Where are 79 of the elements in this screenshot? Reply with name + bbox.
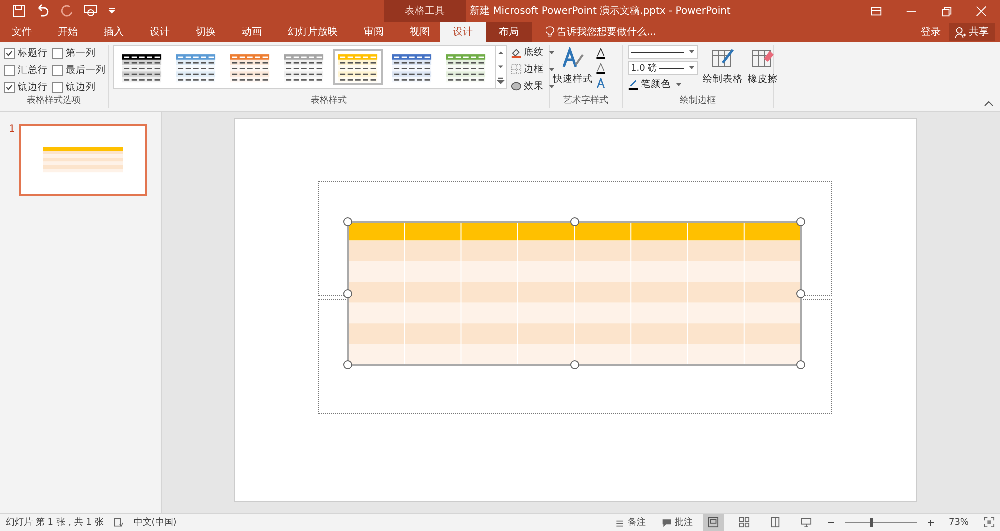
option-checkbox[interactable]: 镶边行 xyxy=(4,80,52,94)
window-title: 新建 Microsoft PowerPoint 演示文稿.pptx - PowerPoint xyxy=(470,4,732,18)
slide-info: 幻灯片 第 1 张，共 1 张 xyxy=(6,516,104,529)
ribbon-tab[interactable]: 布局 xyxy=(486,22,532,42)
text-fill-icon[interactable] xyxy=(595,48,607,60)
ribbon-tab[interactable]: 设计 xyxy=(440,22,486,42)
pen-style-dropdown[interactable] xyxy=(628,45,698,59)
contextual-tab-group: 表格工具 xyxy=(384,0,466,22)
language-indicator[interactable]: 中文(中国) xyxy=(134,516,177,529)
ribbon-tab[interactable]: 开始 xyxy=(48,22,88,42)
ribbon-command[interactable]: 底纹 xyxy=(511,45,555,60)
ribbon-tab[interactable]: 插入 xyxy=(94,22,134,42)
restore-icon[interactable] xyxy=(940,4,953,18)
ribbon-tab[interactable]: 动画 xyxy=(232,22,272,42)
eraser-button[interactable]: 橡皮擦 xyxy=(748,45,778,94)
caret-icon xyxy=(549,68,555,72)
presentation-icon[interactable] xyxy=(84,4,98,18)
collapse-ribbon-icon[interactable] xyxy=(984,101,994,107)
text-effects-icon[interactable] xyxy=(595,78,607,90)
text-outline-icon[interactable] xyxy=(595,63,607,75)
save-icon[interactable] xyxy=(12,4,26,18)
draw-table-button[interactable]: 绘制表格 xyxy=(703,45,743,94)
person-icon xyxy=(955,26,966,38)
notes-button[interactable]: 备注 xyxy=(614,516,646,529)
pen-weight-dropdown[interactable]: 1.0 磅 xyxy=(628,61,698,75)
caret-icon xyxy=(676,82,682,86)
resize-handle[interactable] xyxy=(344,360,352,370)
caret-icon xyxy=(689,66,695,70)
comments-button[interactable]: 批注 xyxy=(662,516,693,529)
pen-color-button[interactable]: 笔颜色 xyxy=(628,77,698,92)
zoom-level[interactable]: 73% xyxy=(948,518,969,528)
share-button[interactable]: 共享 xyxy=(949,23,995,41)
comment-icon xyxy=(662,518,672,528)
group-label: 绘制边框 xyxy=(679,94,717,108)
customize-icon[interactable] xyxy=(108,7,116,15)
table-style-option[interactable] xyxy=(333,49,383,85)
quick-styles-button[interactable]: 快速样式 xyxy=(553,45,593,94)
ribbon-tab[interactable]: 文件 xyxy=(2,22,42,42)
pen-icon xyxy=(628,79,639,90)
resize-handle[interactable] xyxy=(344,289,352,298)
group-label: 表格样式选项 xyxy=(26,94,82,108)
redo-icon[interactable] xyxy=(60,4,74,18)
ribbon-command[interactable]: 边框 xyxy=(511,62,555,77)
option-checkbox[interactable]: 最后一列 xyxy=(52,64,108,78)
option-checkbox[interactable]: 汇总行 xyxy=(4,64,52,78)
ribbon-command[interactable]: 效果 xyxy=(511,79,555,94)
sign-in-link[interactable]: 登录 xyxy=(921,22,941,42)
caret-icon xyxy=(549,84,555,88)
option-checkbox[interactable]: 标题行 xyxy=(4,47,52,61)
group-label: 表格样式 xyxy=(310,94,348,108)
option-checkbox[interactable]: 第一列 xyxy=(52,47,108,61)
lightbulb-icon xyxy=(546,26,554,38)
slide-number: 1 xyxy=(9,124,16,137)
resize-handle[interactable] xyxy=(344,218,352,226)
slide-thumbnail[interactable] xyxy=(19,124,148,196)
zoom-in-icon[interactable] xyxy=(926,518,935,526)
undo-icon[interactable] xyxy=(36,4,50,18)
ribbon-tab[interactable]: 审阅 xyxy=(354,22,394,42)
ribbon-tab[interactable]: 视图 xyxy=(400,22,440,42)
tell-me-field[interactable]: 告诉我您想要做什么... xyxy=(557,26,667,38)
caret-icon xyxy=(549,50,555,54)
paint-bucket-icon xyxy=(511,47,522,58)
close-icon[interactable] xyxy=(975,4,988,18)
normal-view-icon[interactable] xyxy=(702,514,724,531)
border-icon xyxy=(511,64,522,75)
effects-icon xyxy=(511,81,522,92)
group-label: 艺术字样式 xyxy=(562,94,610,108)
ribbon-display-icon[interactable] xyxy=(870,4,883,18)
ribbon-tab[interactable]: 设计 xyxy=(140,22,180,42)
checkmark-icon xyxy=(5,82,14,92)
checkmark-icon xyxy=(5,49,14,58)
resize-handle[interactable] xyxy=(796,360,806,370)
caret-icon xyxy=(689,50,695,54)
resize-handle[interactable] xyxy=(570,218,579,226)
option-checkbox[interactable]: 镶边列 xyxy=(52,80,108,94)
spelling-icon[interactable] xyxy=(114,518,124,528)
ribbon-tab[interactable]: 切换 xyxy=(186,22,226,42)
ribbon-tab[interactable]: 幻灯片放映 xyxy=(278,22,348,42)
resize-handle[interactable] xyxy=(796,218,806,226)
